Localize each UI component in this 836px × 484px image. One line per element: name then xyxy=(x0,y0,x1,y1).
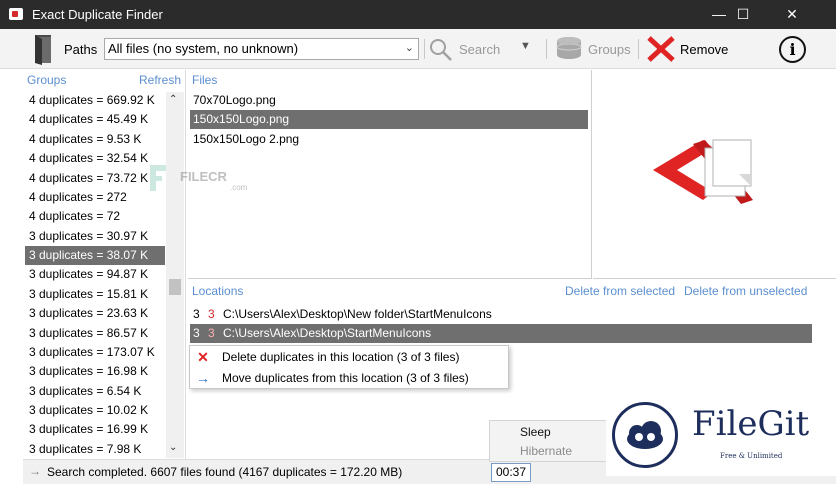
remove-button[interactable] xyxy=(646,35,676,63)
toolbar-divider xyxy=(546,39,547,59)
chevron-down-icon: ⌄ xyxy=(404,42,414,54)
delete-duplicates-menu-item[interactable]: ✕ Delete duplicates in this location (3 … xyxy=(190,347,508,368)
toolbar-divider xyxy=(424,39,425,59)
group-list-item[interactable]: 3 duplicates = 16.99 K xyxy=(25,420,165,439)
file-filter-value: All files (no system, no unknown) xyxy=(108,41,299,56)
location-path: C:\Users\Alex\Desktop\New folder\StartMe… xyxy=(223,307,492,321)
red-x-icon: ✕ xyxy=(197,349,209,365)
location-path: C:\Users\Alex\Desktop\StartMenuIcons xyxy=(223,326,432,340)
search-button[interactable] xyxy=(428,37,454,63)
file-preview-image xyxy=(653,139,753,204)
group-list-item[interactable]: 4 duplicates = 73.72 K xyxy=(25,169,165,188)
preview-pane xyxy=(593,70,836,279)
menu-item-label: Delete duplicates in this location (3 of… xyxy=(222,350,460,364)
file-list-item[interactable]: 150x150Logo 2.png xyxy=(190,130,588,149)
database-icon xyxy=(556,37,582,59)
delete-from-selected-link[interactable]: Delete from selected xyxy=(565,284,675,298)
app-icon xyxy=(9,8,23,20)
groups-panel: Groups Refresh 4 duplicates = 669.92 K 4… xyxy=(23,70,186,459)
group-list-item[interactable]: 4 duplicates = 272 xyxy=(25,188,165,207)
file-list-item[interactable]: 70x70Logo.png xyxy=(190,91,588,110)
groups-label[interactable]: Groups xyxy=(588,42,631,57)
group-list-item[interactable]: 3 duplicates = 7.98 K xyxy=(25,440,165,459)
location-context-menu: ✕ Delete duplicates in this location (3 … xyxy=(189,345,509,389)
info-button[interactable]: i xyxy=(779,36,806,63)
group-list-item[interactable]: 3 duplicates = 173.07 K xyxy=(25,343,165,362)
group-list-item-selected[interactable]: 3 duplicates = 38.07 K xyxy=(25,246,165,265)
search-icon xyxy=(430,39,452,61)
power-menu: Sleep Hibernate xyxy=(489,420,607,462)
refresh-link[interactable]: Refresh xyxy=(139,73,181,87)
file-list-item-selected[interactable]: 150x150Logo.png xyxy=(190,110,588,129)
locations-header: Locations xyxy=(192,284,244,298)
filecr-logo-icon xyxy=(150,165,166,191)
group-list-item[interactable]: 3 duplicates = 94.87 K xyxy=(25,265,165,284)
hibernate-menu-item[interactable]: Hibernate xyxy=(520,444,572,458)
location-row[interactable]: 3 3 C:\Users\Alex\Desktop\New folder\Sta… xyxy=(190,305,812,324)
group-list-item[interactable]: 3 duplicates = 10.02 K xyxy=(25,401,165,420)
paths-label[interactable]: Paths xyxy=(64,42,97,57)
group-list-item[interactable]: 3 duplicates = 86.57 K xyxy=(25,324,165,343)
filegit-logo-icon xyxy=(612,402,678,468)
remove-x-icon xyxy=(647,36,675,62)
group-list-item[interactable]: 4 duplicates = 72 xyxy=(25,207,165,226)
scroll-up-icon[interactable]: ⌃ xyxy=(169,94,177,105)
location-count: 3 xyxy=(193,307,200,321)
location-row-selected[interactable]: 3 3 C:\Users\Alex\Desktop\StartMenuIcons xyxy=(190,324,812,343)
status-text: Search completed. 6607 files found (4167… xyxy=(47,465,403,479)
elapsed-time: 00:37 xyxy=(491,463,531,482)
window-title: Exact Duplicate Finder xyxy=(32,7,163,22)
delete-from-unselected-link[interactable]: Delete from unselected xyxy=(684,284,807,298)
group-list-item[interactable]: 3 duplicates = 16.98 K xyxy=(25,362,165,381)
group-list-item[interactable]: 4 duplicates = 32.54 K xyxy=(25,149,165,168)
location-duplicate-count: 3 xyxy=(208,326,215,340)
file-filter-select[interactable]: All files (no system, no unknown) ⌄ xyxy=(104,38,419,60)
toolbar-divider xyxy=(638,39,639,59)
group-list-item[interactable]: 3 duplicates = 15.81 K xyxy=(25,285,165,304)
group-list-item[interactable]: 3 duplicates = 23.63 K xyxy=(25,304,165,323)
filegit-text: FileGit xyxy=(692,404,810,444)
location-duplicate-count: 3 xyxy=(208,307,215,321)
title-bar: Exact Duplicate Finder — ☐ ✕ xyxy=(0,0,836,29)
close-button[interactable]: ✕ xyxy=(769,0,815,29)
paths-button[interactable] xyxy=(32,33,56,65)
filegit-watermark: FileGit Free & Unlimited xyxy=(606,396,836,476)
menu-item-label: Move duplicates from this location (3 of… xyxy=(222,371,469,385)
maximize-button[interactable]: ☐ xyxy=(720,0,766,29)
files-header: Files xyxy=(192,73,218,87)
group-list-item[interactable]: 4 duplicates = 669.92 K xyxy=(25,91,165,110)
location-count: 3 xyxy=(193,326,200,340)
arrow-right-icon: → xyxy=(196,370,210,386)
group-list-item[interactable]: 4 duplicates = 45.49 K xyxy=(25,110,165,129)
groups-button[interactable] xyxy=(555,36,583,62)
scroll-down-icon[interactable]: ⌄ xyxy=(169,442,177,453)
toolbar: Paths All files (no system, no unknown) … xyxy=(0,29,836,69)
folder-icon xyxy=(35,35,51,65)
filegit-subtext: Free & Unlimited xyxy=(720,452,783,460)
group-list-item[interactable]: 3 duplicates = 6.54 K xyxy=(25,382,165,401)
status-arrow-icon: → xyxy=(29,464,41,478)
files-panel: Files 70x70Logo.png 150x150Logo.png 150x… xyxy=(188,70,592,279)
groups-header: Groups xyxy=(27,73,67,87)
cloud-icon xyxy=(627,421,663,449)
remove-label[interactable]: Remove xyxy=(680,42,728,57)
group-list-item[interactable]: 4 duplicates = 9.53 K xyxy=(25,130,165,149)
info-icon: i xyxy=(789,40,796,59)
search-label[interactable]: Search xyxy=(459,42,500,57)
sleep-menu-item[interactable]: Sleep xyxy=(520,425,551,439)
move-duplicates-menu-item[interactable]: → Move duplicates from this location (3 … xyxy=(190,368,508,389)
scrollbar-thumb[interactable] xyxy=(169,279,181,295)
group-list-item[interactable]: 3 duplicates = 30.97 K xyxy=(25,227,165,246)
search-dropdown-arrow-icon[interactable]: ▼ xyxy=(520,40,531,52)
groups-scrollbar[interactable]: ⌃ ⌄ xyxy=(166,92,184,458)
